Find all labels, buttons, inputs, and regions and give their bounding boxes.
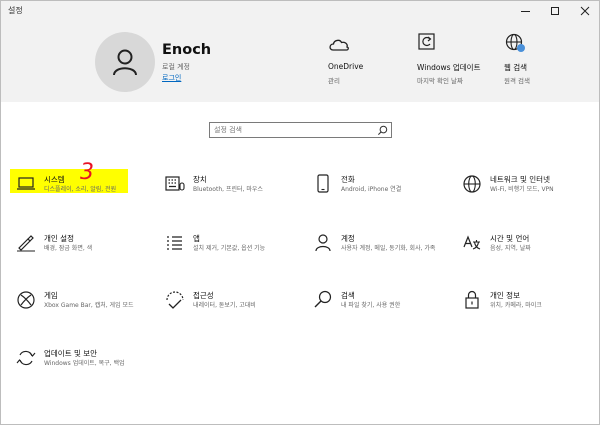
phone-icon bbox=[317, 174, 329, 193]
category-desc: 음성, 지역, 날짜 bbox=[490, 245, 531, 252]
category-title: 개인 설정 bbox=[44, 234, 74, 243]
globe-icon bbox=[463, 175, 481, 193]
category-title: 앱 bbox=[193, 234, 200, 243]
lock-icon bbox=[465, 290, 479, 309]
maximize-icon bbox=[551, 7, 559, 15]
close-button[interactable] bbox=[570, 0, 600, 22]
category-desc: 배경, 잠금 화면, 색 bbox=[44, 245, 93, 252]
category-desc: 디스플레이, 소리, 알림, 전원 bbox=[44, 186, 117, 193]
onedrive-title: OneDrive bbox=[328, 62, 364, 71]
globe-icon bbox=[505, 33, 525, 52]
category-devices[interactable]: 장치 Bluetooth, 프린터, 마우스 bbox=[165, 174, 310, 222]
category-title: 업데이트 및 보안 bbox=[44, 349, 98, 358]
ease-of-access-icon bbox=[166, 291, 184, 309]
windows-update-title: Windows 업데이트 bbox=[417, 63, 481, 72]
category-title: 시스템 bbox=[44, 175, 65, 184]
category-desc: Windows 업데이트, 복구, 백업 bbox=[44, 360, 125, 367]
laptop-icon bbox=[17, 177, 35, 190]
account-type: 로컬 계정 bbox=[162, 63, 190, 71]
web-search-title: 웹 검색 bbox=[504, 63, 528, 72]
category-network[interactable]: 네트워크 및 인터넷 Wi-Fi, 비행기 모드, VPN bbox=[462, 174, 600, 222]
category-title: 장치 bbox=[193, 175, 207, 184]
category-title: 개인 정보 bbox=[490, 291, 520, 300]
category-apps[interactable]: 앱 설치 제거, 기본값, 옵션 기능 bbox=[165, 233, 310, 281]
category-gaming[interactable]: 게임 Xbox Game Bar, 캡처, 게임 모드 bbox=[16, 290, 161, 338]
category-title: 검색 bbox=[341, 291, 355, 300]
category-desc: Android, iPhone 연결 bbox=[341, 186, 402, 193]
minimize-button[interactable] bbox=[510, 0, 540, 22]
category-title: 계정 bbox=[341, 234, 355, 243]
category-title: 네트워크 및 인터넷 bbox=[490, 175, 550, 184]
category-title: 시간 및 언어 bbox=[490, 234, 530, 243]
category-privacy[interactable]: 개인 정보 위치, 카메라, 마이크 bbox=[462, 290, 600, 338]
category-time-language[interactable]: 시간 및 언어 음성, 지역, 날짜 bbox=[462, 233, 600, 281]
apps-list-icon bbox=[167, 236, 182, 250]
person-icon bbox=[315, 234, 331, 252]
category-desc: Xbox Game Bar, 캡처, 게임 모드 bbox=[44, 302, 134, 309]
category-update-security[interactable]: 업데이트 및 보안 Windows 업데이트, 복구, 백업 bbox=[16, 348, 161, 396]
category-accessibility[interactable]: 접근성 내레이터, 돋보기, 고대비 bbox=[165, 290, 310, 338]
category-desc: 설치 제거, 기본값, 옵션 기능 bbox=[193, 245, 266, 252]
person-icon bbox=[113, 49, 137, 76]
avatar[interactable] bbox=[95, 32, 155, 92]
sign-in-link[interactable]: 로그인 bbox=[162, 73, 181, 83]
minimize-icon bbox=[520, 10, 530, 12]
web-search-sub: 원격 검색 bbox=[504, 77, 530, 85]
onedrive-sub: 관리 bbox=[328, 77, 340, 85]
settings-search bbox=[209, 122, 392, 138]
paint-icon bbox=[17, 235, 35, 252]
category-desc: 내레이터, 돋보기, 고대비 bbox=[193, 302, 256, 309]
sync-icon bbox=[16, 350, 36, 366]
keyboard-icon bbox=[165, 176, 185, 191]
annotation-number: 3 bbox=[80, 160, 94, 185]
title-bar: 설정 bbox=[0, 0, 600, 22]
language-icon bbox=[463, 235, 481, 250]
category-desc: 사용자 계정, 메일, 동기화, 회사, 가족 bbox=[341, 245, 436, 252]
category-desc: 위치, 카메라, 마이크 bbox=[490, 302, 542, 309]
category-desc: Wi-Fi, 비행기 모드, VPN bbox=[490, 186, 554, 193]
search-icon bbox=[314, 290, 332, 308]
close-icon bbox=[580, 6, 590, 16]
maximize-button[interactable] bbox=[540, 0, 570, 22]
category-personalization[interactable]: 개인 설정 배경, 잠금 화면, 색 bbox=[16, 233, 161, 281]
search-input[interactable] bbox=[211, 124, 371, 136]
category-title: 게임 bbox=[44, 291, 58, 300]
category-desc: 내 파일 찾기, 사용 권한 bbox=[341, 302, 401, 309]
cloud-icon bbox=[329, 39, 349, 51]
windows-update-sub: 마지막 확인 날짜 bbox=[417, 77, 463, 85]
category-desc: Bluetooth, 프린터, 마우스 bbox=[193, 186, 263, 193]
refresh-icon bbox=[418, 33, 435, 50]
window-title: 설정 bbox=[8, 6, 23, 15]
category-title: 접근성 bbox=[193, 291, 214, 300]
category-accounts[interactable]: 계정 사용자 계정, 메일, 동기화, 회사, 가족 bbox=[313, 233, 458, 281]
category-search[interactable]: 검색 내 파일 찾기, 사용 권한 bbox=[313, 290, 458, 338]
user-name: Enoch bbox=[162, 42, 212, 58]
category-title: 전화 bbox=[341, 175, 355, 184]
category-phone[interactable]: 전화 Android, iPhone 연결 bbox=[313, 174, 458, 222]
search-icon[interactable] bbox=[377, 125, 388, 136]
xbox-icon bbox=[17, 291, 35, 309]
